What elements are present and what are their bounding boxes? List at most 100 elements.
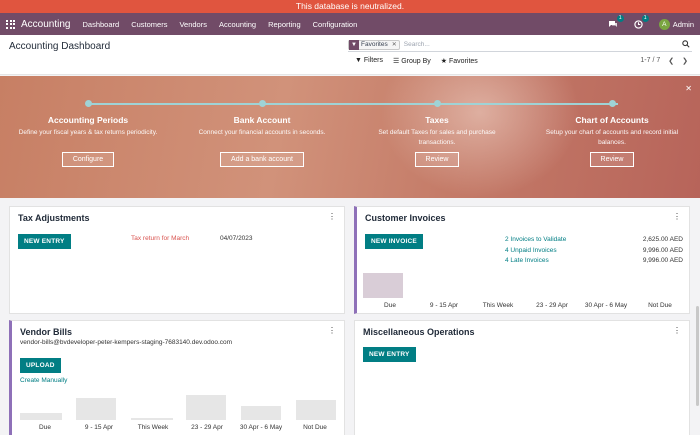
search-input[interactable]: Search... [404,41,430,48]
configure-button[interactable]: Configure [61,152,115,167]
onboarding-progress-line [88,103,618,105]
app-name[interactable]: Accounting [21,19,70,30]
x-label: Due [39,424,51,431]
x-label: 23 - 29 Apr [191,424,223,431]
facet-remove-icon[interactable]: ✕ [390,41,399,48]
row-label[interactable]: 4 Unpaid Invoices [505,246,557,257]
filters-button[interactable]: ▼ Filters [355,57,383,65]
x-label: Not Due [648,302,672,309]
main-menu: Dashboard Customers Vendors Accounting R… [82,20,357,29]
x-label: Not Due [303,424,327,431]
row-label[interactable]: 4 Late Invoices [505,256,549,267]
chart-bar-9-15-apr[interactable] [76,398,116,420]
customer-invoices-card: Customer Invoices ⋮ NEW INVOICE 2 Invoic… [354,206,690,314]
navbar-systray: 1 1 A Admin [608,14,694,30]
step-dot [609,100,616,107]
filters-label: Filters [363,57,383,64]
step-title: Accounting Periods [47,115,129,125]
chart-bar-23-29-apr[interactable] [186,395,226,420]
onboarding-step-coa: Chart of Accounts Setup your chart of ac… [537,115,687,167]
activity-clock-icon[interactable]: 1 [634,14,649,29]
pager: 1-7 / 7 ❮ ❯ [640,57,688,65]
new-invoice-button[interactable]: NEW INVOICE [365,234,423,249]
menu-reporting[interactable]: Reporting [268,20,301,29]
x-label: This Week [137,424,169,431]
card-title[interactable]: Vendor Bills [20,327,72,337]
pager-next-icon[interactable]: ❯ [682,57,688,65]
top-navbar: Accounting Dashboard Customers Vendors A… [0,13,700,35]
coa-review-button[interactable]: Review [589,152,635,167]
menu-accounting[interactable]: Accounting [219,20,256,29]
menu-dashboard[interactable]: Dashboard [82,20,119,29]
apps-menu-icon[interactable] [6,19,15,29]
favorites-button[interactable]: ★ Favorites [441,57,478,65]
user-menu[interactable]: A Admin [658,18,694,30]
chart-bar-due[interactable] [363,273,403,298]
invoice-summary: 2 Invoices to Validate 2,625.00 AED 4 Unp… [505,235,683,267]
x-label: 30 Apr - 6 May [584,302,628,309]
onboarding-step-bank: Bank Account Connect your financial acco… [187,115,337,167]
taxes-review-button[interactable]: Review [414,152,460,167]
filter-funnel-icon: ▼ [349,39,359,50]
card-menu-icon[interactable]: ⋮ [328,212,336,221]
new-entry-button[interactable]: NEW ENTRY [18,234,71,249]
page-title: Accounting Dashboard [9,41,111,52]
step-dot [259,100,266,107]
search-bar[interactable]: ▼ Favorites ✕ Search... [348,38,692,52]
pager-prev-icon[interactable]: ❮ [668,57,674,65]
step-dot [434,100,441,107]
search-options: ▼ Filters ☰ Group By ★ Favorites [355,57,478,65]
misc-operations-card: Miscellaneous Operations ⋮ NEW ENTRY [354,320,690,435]
create-manually-link[interactable]: Create Manually [20,377,67,384]
list-item[interactable]: 4 Unpaid Invoices 9,996.00 AED [505,246,683,257]
card-title[interactable]: Tax Adjustments [18,213,90,223]
neutralized-banner: This database is neutralized. [0,0,700,13]
menu-vendors[interactable]: Vendors [179,20,207,29]
chat-count-badge: 1 [616,14,624,22]
card-menu-icon[interactable]: ⋮ [328,326,336,335]
step-dot [85,100,92,107]
x-label: 9 - 15 Apr [429,302,459,309]
x-label: Due [384,302,396,309]
chart-x-labels: Due 9 - 15 Apr This Week 23 - 29 Apr 30 … [363,302,687,309]
avatar: A [658,18,670,30]
chart-x-labels: Due 9 - 15 Apr This Week 23 - 29 Apr 30 … [18,424,342,431]
tax-return-link[interactable]: Tax return for March [131,235,189,242]
vendor-bills-chart[interactable] [18,393,342,420]
card-menu-icon[interactable]: ⋮ [673,326,681,335]
vendor-bills-email[interactable]: vendor-bills@bvdeveloper-peter-kempers-s… [20,339,232,346]
close-icon[interactable]: ✕ [685,84,692,93]
step-description: Define your fiscal years & tax returns p… [18,129,158,136]
x-label: This Week [482,302,514,309]
card-title[interactable]: Customer Invoices [365,213,446,223]
vendor-bills-card: Vendor Bills ⋮ vendor-bills@bvdeveloper-… [9,320,345,435]
onboarding-step-periods: Accounting Periods Define your fiscal ye… [13,115,163,167]
row-amount: 2,625.00 AED [642,236,683,243]
activity-count-badge: 1 [641,14,649,22]
chart-bar-not-due[interactable] [296,400,336,420]
list-item[interactable]: 2 Invoices to Validate 2,625.00 AED [505,235,683,246]
list-item[interactable]: 4 Late Invoices 9,996.00 AED [505,256,683,267]
menu-configuration[interactable]: Configuration [313,20,358,29]
row-label[interactable]: 2 Invoices to Validate [505,235,566,246]
upload-button[interactable]: UPLOAD [20,358,61,373]
layers-icon: ☰ [392,58,400,65]
chart-bar-this-week[interactable] [131,418,173,420]
page-scrollbar[interactable] [696,306,699,406]
star-icon: ★ [440,58,448,65]
new-entry-button[interactable]: NEW ENTRY [363,347,416,362]
x-label: 30 Apr - 6 May [239,424,283,431]
funnel-icon: ▼ [355,57,362,64]
onboarding-step-taxes: Taxes Set default Taxes for sales and pu… [362,115,512,167]
menu-customers[interactable]: Customers [131,20,167,29]
card-title[interactable]: Miscellaneous Operations [363,327,475,337]
invoices-chart[interactable] [363,270,687,298]
group-by-button[interactable]: ☰ Group By [393,57,431,65]
chart-bar-due[interactable] [20,413,62,420]
add-bank-account-button[interactable]: Add a bank account [220,152,304,167]
card-menu-icon[interactable]: ⋮ [673,212,681,221]
chat-icon[interactable]: 1 [608,14,624,29]
search-icon[interactable] [682,39,690,50]
chart-bar-30-apr-6-may[interactable] [241,406,281,420]
pager-value[interactable]: 1-7 / 7 [640,57,660,65]
